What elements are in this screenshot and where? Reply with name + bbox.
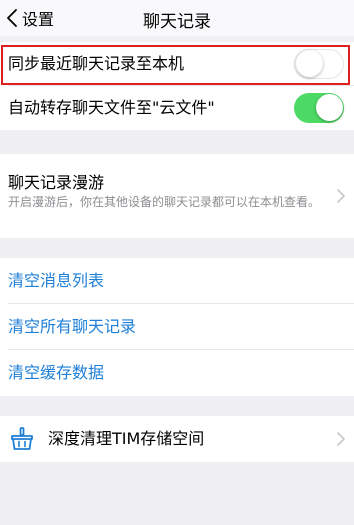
toggle-knob [315, 94, 343, 121]
clear-message-list-button[interactable]: 清空消息列表 [0, 258, 354, 304]
clear-message-list-label: 清空消息列表 [8, 271, 105, 290]
sync-recent-toggle[interactable] [294, 49, 344, 79]
broom-basket-icon [11, 427, 33, 450]
auto-save-files-row: 自动转存聊天文件至"云文件" [0, 86, 354, 130]
roaming-row[interactable]: 聊天记录漫游 开启漫游后，你在其他设备的聊天记录都可以在本机查看。 [0, 154, 354, 238]
auto-save-files-label: 自动转存聊天文件至"云文件" [8, 98, 215, 117]
chevron-right-icon [337, 189, 345, 203]
toggle-knob [296, 50, 323, 77]
roaming-description: 开启漫游后，你在其他设备的聊天记录都可以在本机查看。 [8, 195, 321, 209]
clear-all-chat-records-button[interactable]: 清空所有聊天记录 [0, 304, 354, 350]
navigation-bar: 设置 聊天记录 [0, 0, 354, 36]
clear-cache-label: 清空缓存数据 [8, 363, 105, 382]
chevron-right-icon [337, 432, 345, 446]
sync-settings-section: 同步最近聊天记录至本机 自动转存聊天文件至"云文件" [0, 42, 354, 130]
auto-save-files-toggle[interactable] [294, 93, 344, 123]
deep-clean-label: 深度清理TIM存储空间 [48, 429, 205, 448]
clear-all-chat-records-label: 清空所有聊天记录 [8, 317, 137, 336]
clear-actions-section: 清空消息列表 清空所有聊天记录 清空缓存数据 [0, 258, 354, 396]
page-title: 聊天记录 [143, 12, 211, 32]
sync-recent-label: 同步最近聊天记录至本机 [8, 54, 185, 73]
clear-cache-button[interactable]: 清空缓存数据 [0, 350, 354, 396]
roaming-title: 聊天记录漫游 [8, 173, 105, 192]
sync-recent-row: 同步最近聊天记录至本机 [0, 42, 354, 86]
deep-clean-row[interactable]: 深度清理TIM存储空间 [0, 416, 354, 462]
